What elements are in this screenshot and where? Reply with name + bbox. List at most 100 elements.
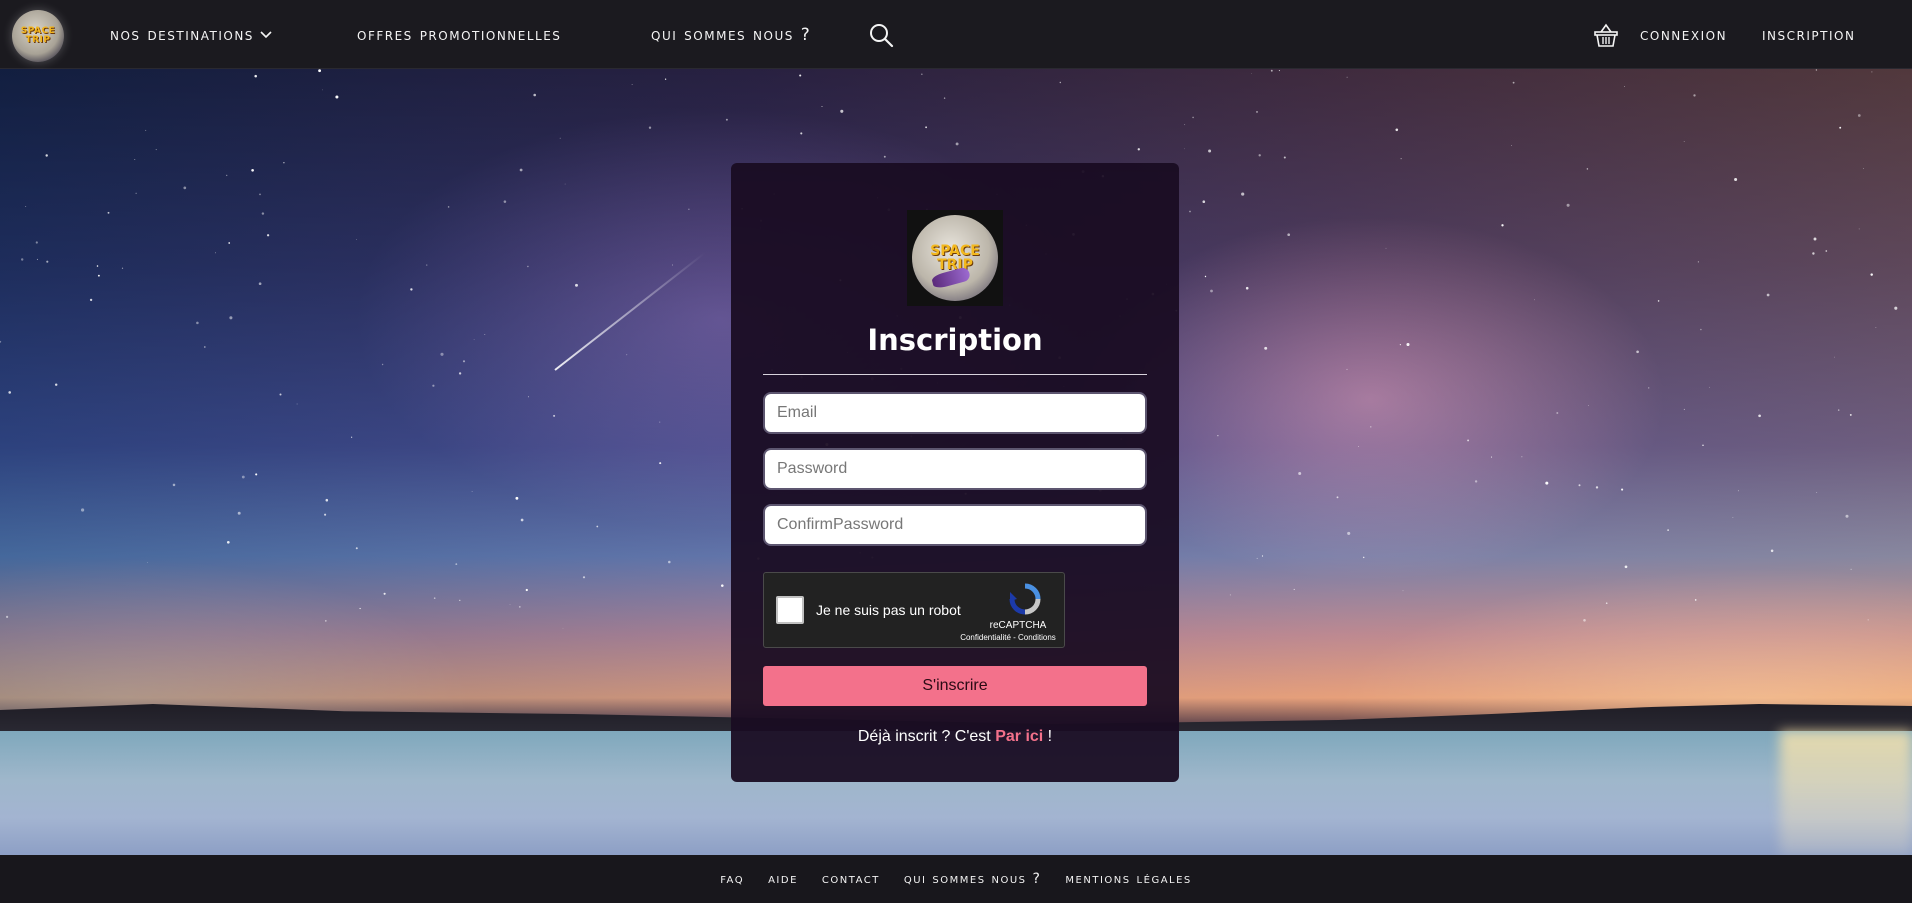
star: [1583, 619, 1586, 622]
star: [509, 604, 511, 605]
star: [821, 106, 823, 108]
star: [1241, 192, 1245, 196]
star: [455, 563, 458, 566]
footer-link-aide[interactable]: Aide: [768, 871, 798, 887]
basket-icon[interactable]: [1593, 22, 1619, 48]
login-prompt-prefix: Déjà inscrit ? C'est: [857, 728, 996, 745]
star: [582, 576, 586, 579]
star: [283, 162, 285, 164]
star: [5, 615, 9, 619]
star: [1845, 514, 1849, 518]
star: [255, 473, 258, 476]
star: [1358, 446, 1359, 447]
star: [355, 547, 358, 550]
star: [1467, 439, 1470, 442]
star: [1566, 203, 1570, 207]
star: [462, 360, 466, 363]
star: [527, 396, 529, 398]
star: [484, 334, 486, 335]
star: [1059, 81, 1062, 84]
nav-about-label: Qui sommes nous ?: [651, 24, 812, 45]
footer-link-contact[interactable]: Contact: [822, 871, 880, 887]
star: [631, 84, 633, 85]
star: [1700, 328, 1702, 331]
card-logo: SPACE TRIP: [907, 210, 1003, 306]
signup-submit-button[interactable]: S'inscrire: [763, 666, 1147, 706]
star: [1709, 386, 1711, 388]
star: [459, 599, 461, 601]
star: [8, 391, 11, 394]
star: [324, 513, 327, 516]
page-title: Inscription: [867, 323, 1043, 357]
recaptcha-checkbox[interactable]: [776, 596, 804, 624]
star: [1605, 602, 1608, 605]
star: [432, 384, 435, 387]
star: [564, 183, 566, 185]
star: [318, 69, 321, 73]
star: [1850, 568, 1852, 570]
star: [1510, 144, 1513, 147]
star: [1250, 72, 1252, 74]
nav-destinations-label: Nos destinations: [110, 24, 254, 45]
site-logo-text: SPACE TRIP: [20, 26, 56, 45]
footer-link-mentions[interactable]: Mentions légales: [1065, 871, 1191, 887]
nav-offres[interactable]: Offres promotionnelles: [357, 0, 561, 69]
star: [955, 142, 959, 146]
star: [473, 339, 475, 340]
star: [215, 252, 216, 254]
nav-about[interactable]: Qui sommes nous ?: [651, 0, 811, 69]
star: [668, 560, 671, 564]
star: [1189, 210, 1191, 213]
star: [943, 97, 946, 99]
password-field[interactable]: [763, 448, 1147, 490]
star: [1697, 261, 1700, 263]
footer-link-about[interactable]: Qui sommes nous ?: [904, 871, 1042, 887]
star: [1857, 114, 1861, 117]
nav-inscription[interactable]: Inscription: [1762, 0, 1855, 69]
star: [659, 421, 661, 423]
nav-destinations-dropdown[interactable]: Nos destinations: [110, 0, 272, 69]
star: [562, 627, 564, 629]
star: [1245, 286, 1249, 290]
page-footer: FAQ Aide Contact Qui sommes nous ? Menti…: [0, 855, 1912, 903]
star: [237, 511, 241, 515]
hero-background: SPACE TRIP Inscription Je ne suis pas un…: [0, 69, 1912, 855]
email-field[interactable]: [763, 392, 1147, 434]
star: [145, 129, 147, 131]
star: [1137, 148, 1140, 151]
star: [1839, 126, 1842, 129]
star: [183, 186, 187, 190]
star: [97, 274, 100, 277]
star: [1875, 327, 1877, 329]
star: [503, 200, 507, 203]
star: [0, 340, 2, 343]
star: [1406, 342, 1410, 347]
star: [447, 206, 450, 208]
star: [355, 238, 357, 240]
star: [672, 264, 673, 266]
card-logo-text: SPACE TRIP: [930, 243, 980, 273]
star: [525, 588, 528, 592]
footer-link-faq[interactable]: FAQ: [720, 871, 744, 887]
star: [266, 234, 270, 237]
recaptcha-links[interactable]: Confidentialité - Conditions: [954, 633, 1062, 642]
star: [107, 211, 110, 214]
star: [1683, 140, 1685, 142]
confirm-password-field[interactable]: [763, 504, 1147, 546]
star: [925, 126, 928, 129]
search-icon[interactable]: [868, 22, 894, 48]
star: [1192, 116, 1194, 119]
nav-connexion[interactable]: Connexion: [1640, 0, 1727, 69]
star: [1287, 233, 1291, 237]
star: [155, 149, 157, 151]
star: [254, 74, 257, 78]
star: [1534, 299, 1536, 301]
site-logo[interactable]: SPACE TRIP: [12, 10, 64, 62]
star: [203, 346, 206, 348]
star: [121, 267, 124, 269]
login-link[interactable]: Par ici: [995, 728, 1043, 745]
star: [664, 78, 667, 80]
star: [251, 168, 254, 172]
recaptcha-brand: reCAPTCHA: [989, 620, 1047, 631]
star: [1490, 456, 1493, 458]
